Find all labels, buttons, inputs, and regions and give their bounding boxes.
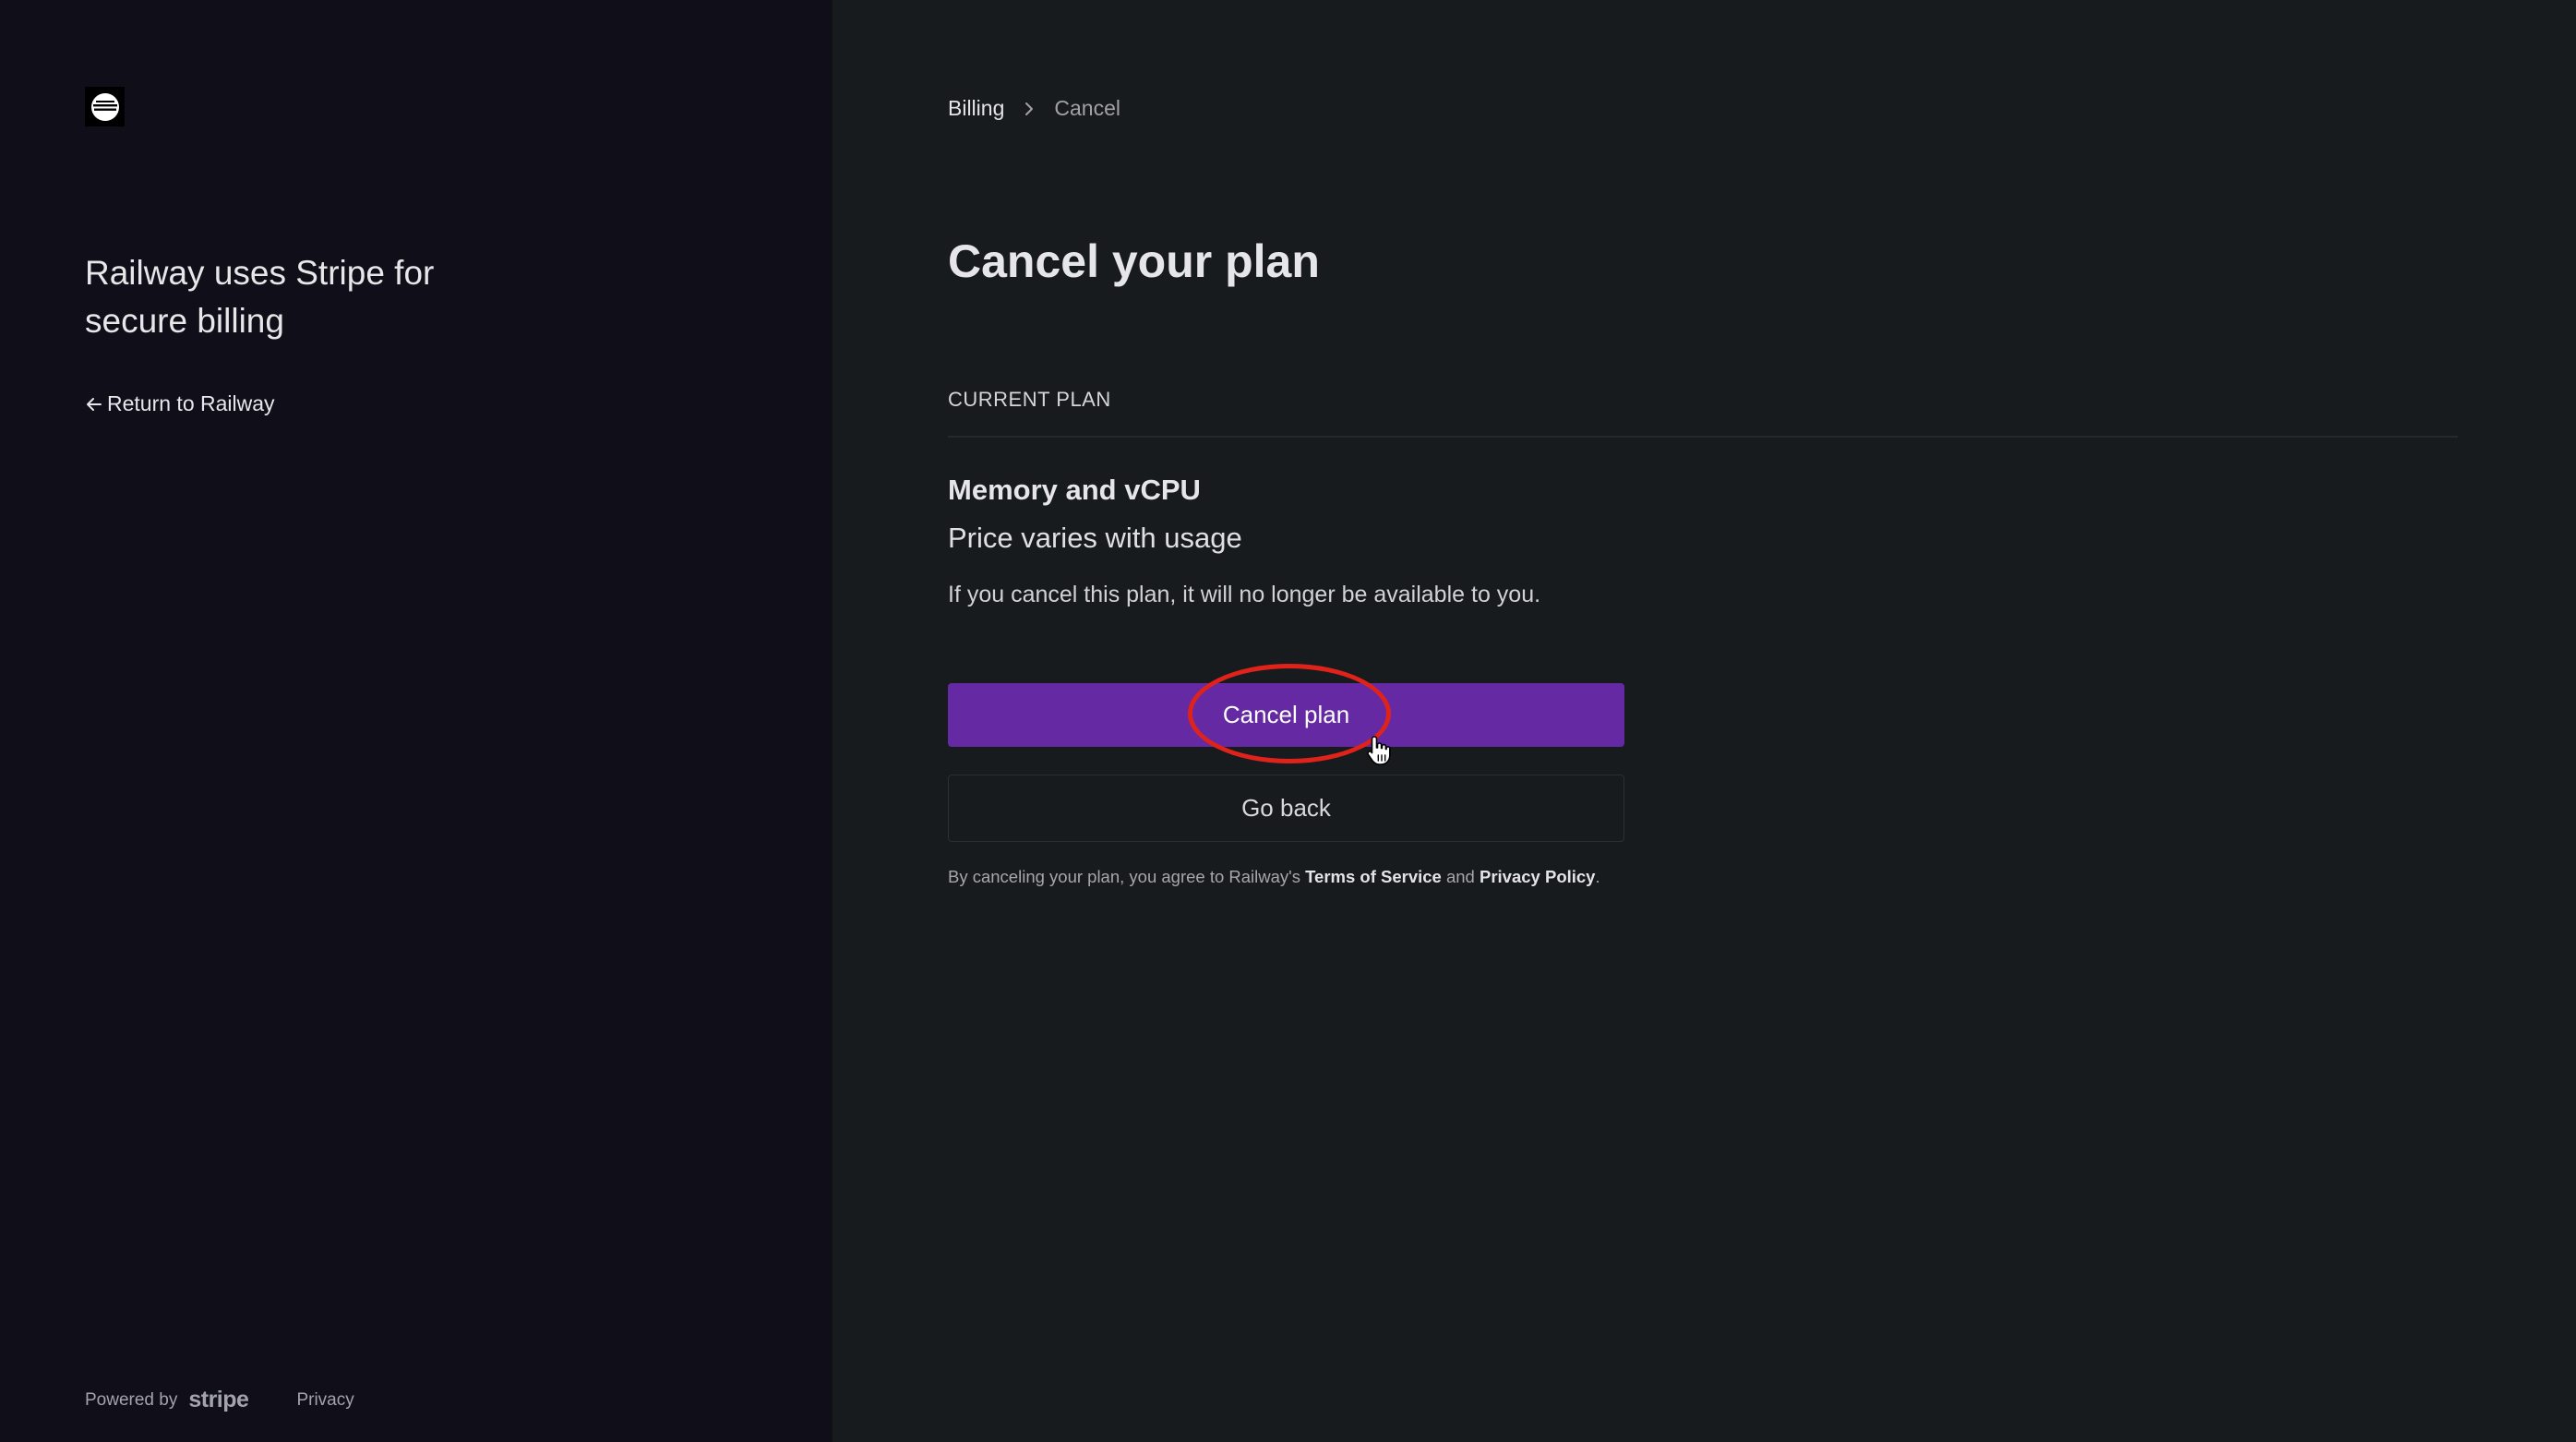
breadcrumb: Billing Cancel	[948, 96, 1120, 121]
breadcrumb-current: Cancel	[1054, 96, 1120, 120]
section-divider	[948, 436, 2458, 438]
powered-by-label: Powered by	[85, 1389, 178, 1410]
sidebar-footer: Powered by stripe Privacy	[85, 1387, 354, 1413]
privacy-policy-link[interactable]: Privacy Policy	[1480, 867, 1595, 886]
stripe-logo: stripe	[188, 1387, 249, 1412]
footer-privacy-link[interactable]: Privacy	[296, 1390, 353, 1411]
legal-prefix: By canceling your plan, you agree to Rai…	[948, 867, 1306, 886]
return-to-railway-link[interactable]: Return to Railway	[85, 391, 275, 416]
terms-of-service-link[interactable]: Terms of Service	[1305, 867, 1442, 886]
railway-logo-icon	[85, 87, 125, 126]
billing-cancel-page: Railway uses Stripe for secure billing R…	[0, 0, 2576, 1442]
breadcrumb-billing-link[interactable]: Billing	[948, 96, 1004, 121]
powered-by-stripe[interactable]: Powered by stripe	[85, 1387, 249, 1413]
return-link-label: Return to Railway	[107, 391, 275, 415]
legal-and: and	[1441, 867, 1480, 886]
arrow-left-icon	[87, 397, 102, 411]
sidebar: Railway uses Stripe for secure billing R…	[0, 0, 831, 1442]
legal-notice: By canceling your plan, you agree to Rai…	[948, 864, 1631, 889]
current-plan-label: CURRENT PLAN	[948, 388, 1111, 411]
legal-suffix: .	[1595, 867, 1600, 886]
cancel-warning: If you cancel this plan, it will no long…	[948, 582, 1541, 607]
sidebar-tagline: Railway uses Stripe for secure billing	[85, 254, 435, 340]
chevron-right-icon	[1023, 100, 1036, 118]
plan-name: Memory and vCPU	[948, 474, 1201, 506]
main-content: Billing Cancel Cancel your plan CURRENT …	[833, 0, 2576, 1442]
plan-price: Price varies with usage	[948, 522, 1242, 554]
go-back-button[interactable]: Go back	[948, 775, 1624, 842]
cancel-plan-button[interactable]: Cancel plan	[948, 683, 1624, 747]
page-title: Cancel your plan	[948, 235, 1320, 287]
